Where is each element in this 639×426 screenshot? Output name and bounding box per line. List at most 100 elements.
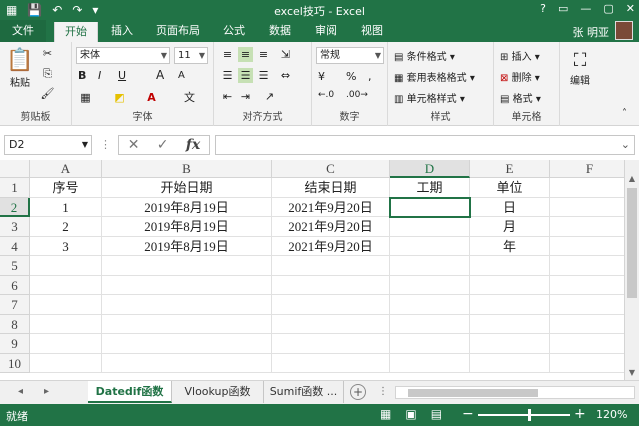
comma-button[interactable]: , <box>368 70 372 83</box>
enter-icon[interactable]: ✓ <box>157 137 169 153</box>
zoom-out-button[interactable]: − <box>462 406 474 422</box>
align-top-icon[interactable]: ≡ <box>220 47 235 62</box>
ribbon-display-button[interactable]: ▭ <box>558 2 568 15</box>
delete-cells-button[interactable]: ⊠ 删除 ▾ <box>500 69 540 84</box>
cell-e9[interactable] <box>470 334 550 354</box>
zoom-slider-handle[interactable] <box>528 409 531 421</box>
cell-c5[interactable] <box>272 256 390 276</box>
scroll-down-icon[interactable]: ▼ <box>625 366 639 380</box>
conditional-formatting-button[interactable]: ▤ 条件格式 ▾ <box>394 48 455 63</box>
cell-f5[interactable] <box>550 256 624 276</box>
cell-b4[interactable]: 2019年8月19日 <box>102 236 272 256</box>
normal-view-icon[interactable]: ▦ <box>380 407 391 421</box>
cell-styles-button[interactable]: ▥ 单元格样式 ▾ <box>394 90 465 105</box>
select-all-corner[interactable] <box>0 160 30 178</box>
zoom-in-button[interactable]: + <box>574 406 586 422</box>
insert-cells-button[interactable]: ⊞ 插入 ▾ <box>500 48 540 63</box>
collapse-ribbon-icon[interactable]: ˄ <box>622 108 627 119</box>
column-header-c[interactable]: C <box>272 160 390 178</box>
maximize-button[interactable]: ▢ <box>603 2 613 15</box>
cell-c3[interactable]: 2021年9月20日 <box>272 217 390 237</box>
cell-f4[interactable] <box>550 237 624 256</box>
cell-f10[interactable] <box>550 354 624 373</box>
align-bottom-icon[interactable]: ≡ <box>256 47 271 62</box>
cell-d2[interactable] <box>389 196 471 218</box>
align-middle-icon[interactable]: ≡ <box>238 47 253 62</box>
percent-button[interactable]: % <box>346 70 356 83</box>
format-cells-button[interactable]: ▤ 格式 ▾ <box>500 90 541 105</box>
cell-f1[interactable] <box>550 178 624 198</box>
scroll-up-icon[interactable]: ▲ <box>625 172 639 186</box>
tab-page-layout[interactable]: 页面布局 <box>148 20 208 42</box>
row-header-9[interactable]: 9 <box>0 334 30 354</box>
page-break-view-icon[interactable]: ▤ <box>431 407 442 421</box>
fill-color-icon[interactable]: ◩ <box>112 90 127 105</box>
cell-e2[interactable]: 日 <box>470 197 550 217</box>
new-sheet-button[interactable]: + <box>350 384 366 400</box>
grow-font-button[interactable]: A <box>156 68 164 82</box>
cell-d5[interactable] <box>390 256 470 276</box>
cell-a3[interactable]: 2 <box>30 217 102 237</box>
cell-a5[interactable] <box>30 256 102 276</box>
row-header-3[interactable]: 3 <box>0 217 30 237</box>
name-box[interactable]: D2 ▼ <box>4 135 92 155</box>
sheet-tab-sumif[interactable]: Sumif函数 ... <box>264 381 344 403</box>
prev-sheet-icon[interactable]: ◂ <box>18 386 23 397</box>
format-painter-icon[interactable]: 🖌 <box>40 86 55 101</box>
horizontal-scroll-thumb[interactable] <box>408 389 538 397</box>
cell-a2[interactable]: 1 <box>30 197 102 217</box>
increase-decimal-icon[interactable]: ←.0 <box>318 90 334 100</box>
cell-d10[interactable] <box>390 353 470 373</box>
user-name[interactable]: 张 明亚 <box>573 24 610 40</box>
tab-file[interactable]: 文件 <box>0 20 46 42</box>
minimize-button[interactable]: — <box>580 2 591 15</box>
number-format-select[interactable]: 常规 ▼ <box>316 47 384 64</box>
cell-e3[interactable]: 月 <box>470 217 550 237</box>
cell-c2[interactable]: 2021年9月20日 <box>272 197 390 217</box>
formula-input[interactable]: ⌄ <box>215 135 635 155</box>
cell-d3[interactable] <box>390 217 470 237</box>
cell-f7[interactable] <box>550 295 624 315</box>
decrease-decimal-icon[interactable]: .00→ <box>346 90 368 100</box>
cell-a10[interactable] <box>30 353 102 373</box>
align-left-icon[interactable]: ☰ <box>220 68 235 83</box>
row-header-2[interactable]: 2 <box>0 197 30 217</box>
help-button[interactable]: ? <box>540 2 546 15</box>
worksheet-grid[interactable]: A B C D E F 1 序号 开始日期 结束日期 工期 单位 2 1 2019年8月19日 2021年9月… <box>0 160 624 380</box>
cell-a4[interactable]: 3 <box>30 236 102 256</box>
wrap-text-icon[interactable]: ⇲ <box>278 47 293 62</box>
row-header-7[interactable]: 7 <box>0 295 30 315</box>
cell-d6[interactable] <box>390 275 470 295</box>
tab-data[interactable]: 数据 <box>260 20 300 42</box>
cell-f3[interactable] <box>550 217 624 237</box>
column-header-a[interactable]: A <box>30 160 102 178</box>
next-sheet-icon[interactable]: ▸ <box>44 386 49 397</box>
cell-e7[interactable] <box>470 295 550 315</box>
decrease-indent-icon[interactable]: ⇤ <box>220 89 235 104</box>
cell-c1[interactable]: 结束日期 <box>272 178 390 198</box>
cell-f6[interactable] <box>550 276 624 295</box>
cell-c6[interactable] <box>272 275 390 295</box>
orientation-icon[interactable]: ↗ <box>262 89 277 104</box>
cell-f8[interactable] <box>550 315 624 334</box>
cell-c8[interactable] <box>272 314 390 334</box>
zoom-slider[interactable] <box>478 414 570 416</box>
column-header-e[interactable]: E <box>470 160 550 178</box>
cell-b2[interactable]: 2019年8月19日 <box>102 197 272 217</box>
insert-function-button[interactable]: fx <box>186 137 200 153</box>
cell-a8[interactable] <box>30 314 102 334</box>
column-header-b[interactable]: B <box>102 160 272 178</box>
cell-e5[interactable] <box>470 256 550 276</box>
row-header-5[interactable]: 5 <box>0 256 30 276</box>
cell-c4[interactable]: 2021年9月20日 <box>272 236 390 256</box>
tab-split-handle[interactable]: ⋮ <box>378 386 388 397</box>
cell-c10[interactable] <box>272 353 390 373</box>
cell-e1[interactable]: 单位 <box>470 178 550 198</box>
borders-icon[interactable]: ▦ <box>78 90 93 105</box>
tab-home[interactable]: 开始 <box>54 22 98 42</box>
cell-e8[interactable] <box>470 314 550 334</box>
align-center-icon[interactable]: ☰ <box>238 68 253 83</box>
sheet-tab-datedif[interactable]: Datedif函数 <box>88 381 172 403</box>
tab-review[interactable]: 审阅 <box>306 20 346 42</box>
cell-d8[interactable] <box>390 314 470 334</box>
